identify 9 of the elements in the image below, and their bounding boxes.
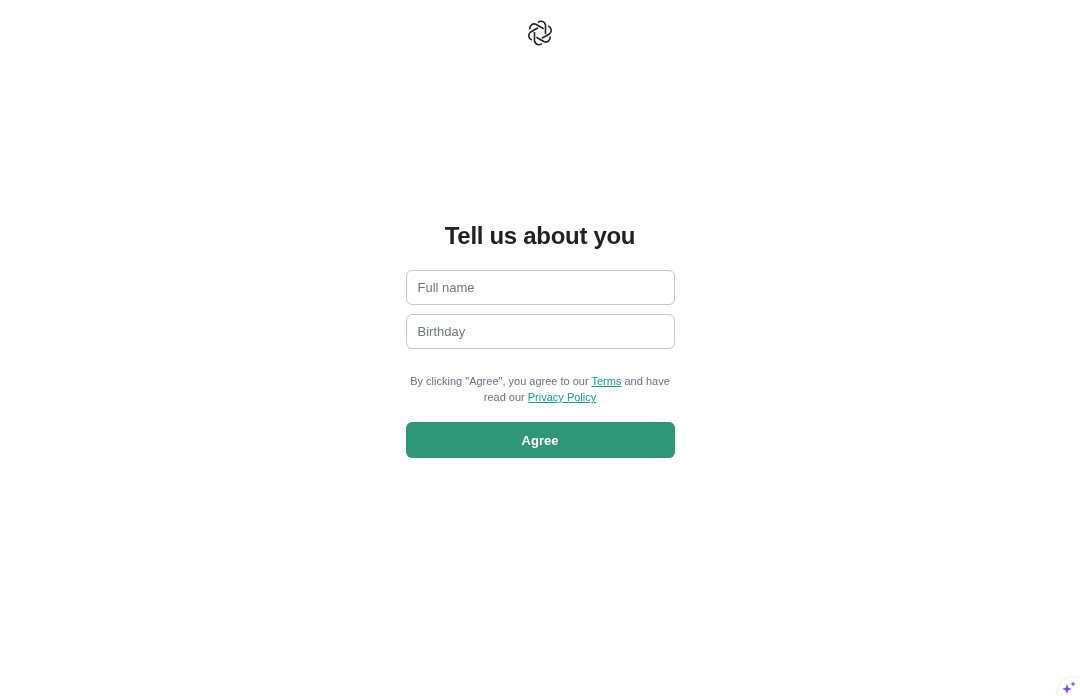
- text-field[interactable]: Full name: [405, 270, 675, 305]
- sparkle-icon[interactable]: [1058, 678, 1080, 696]
- agree-button[interactable]: Agree: [405, 422, 675, 458]
- link[interactable]: Privacy Policy: [527, 391, 597, 403]
- link[interactable]: Terms: [591, 375, 622, 387]
- page-title: Tell us about you: [444, 222, 636, 250]
- logo-icon: [527, 20, 553, 46]
- terms-notice: By clicking "Agree", you agree to our Terms and have read our Privacy Policy: [409, 374, 671, 405]
- text-field[interactable]: Birthday: [405, 314, 675, 349]
